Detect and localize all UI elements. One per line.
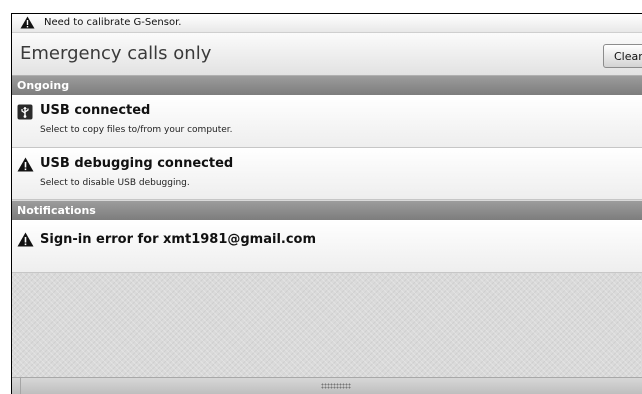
notification-title: Sign-in error for xmt1981@gmail.com [40,232,317,247]
section-ongoing: Ongoing [12,76,642,95]
warning-icon [20,16,35,32]
empty-area [12,273,642,377]
notification-title: USB debugging connected [40,156,234,171]
grip-icon [321,383,351,389]
clear-button[interactable]: Clear [603,44,642,68]
carrier-label: Emergency calls only [20,43,212,64]
notification-panel: Need to calibrate G-Sensor. Emergency ca… [11,13,642,394]
section-notifications: Notifications [12,201,642,220]
notification-sign-in-error[interactable]: Sign-in error for xmt1981@gmail.com [12,220,642,273]
warning-icon [17,232,34,251]
warning-icon [17,157,34,176]
drag-handle[interactable] [12,377,642,394]
handle-divider [20,378,21,394]
notification-usb-debugging[interactable]: USB debugging connected Select to disabl… [12,148,642,200]
notification-subtitle: Select to disable USB debugging. [40,178,190,188]
status-bar[interactable]: Need to calibrate G-Sensor. [12,14,642,33]
status-message: Need to calibrate G-Sensor. [44,17,182,28]
usb-icon [17,104,33,124]
panel-header: Emergency calls only Clear [12,33,642,76]
notification-title: USB connected [40,103,151,118]
notification-usb-connected[interactable]: USB connected Select to copy files to/fr… [12,95,642,148]
notification-subtitle: Select to copy files to/from your comput… [40,125,233,135]
